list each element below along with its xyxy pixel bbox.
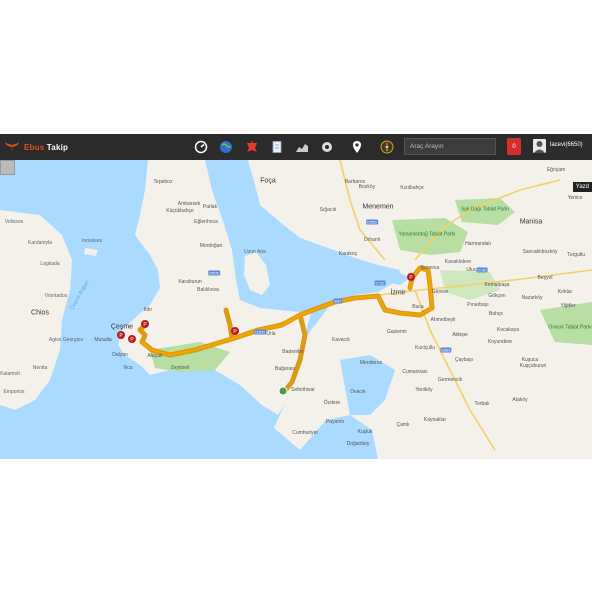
traffic-light-icon[interactable]	[379, 139, 395, 155]
brand-main-text: Takip	[46, 142, 69, 152]
document-icon[interactable]	[269, 139, 285, 155]
start-marker	[278, 386, 288, 396]
parking-marker: P	[407, 273, 415, 281]
parking-marker: P	[117, 331, 125, 339]
alert-count-badge: 0	[512, 143, 516, 150]
settings-icon[interactable]	[319, 139, 335, 155]
avatar[interactable]	[533, 139, 546, 153]
map-view[interactable]: P P P P P Yazd İzmir Manisa Çeşme Foça M…	[0, 160, 592, 459]
alerts-button[interactable]: 0	[507, 138, 521, 155]
bull-logo-icon	[4, 141, 20, 151]
username-label[interactable]: lacevi(6650)	[550, 142, 583, 148]
map-type-thumbnail[interactable]	[0, 160, 15, 175]
brand-logo-area[interactable]: Ebus Takip	[3, 136, 68, 158]
parking-marker: P	[128, 335, 136, 343]
puzzle-icon[interactable]	[244, 139, 260, 155]
parking-marker: P	[231, 327, 239, 335]
location-pin-icon[interactable]	[349, 139, 365, 155]
parking-marker: P	[141, 320, 149, 328]
globe-icon[interactable]	[218, 139, 234, 155]
brand-name: Ebus Takip	[24, 143, 68, 152]
brand-accent-text: Ebus	[24, 142, 45, 152]
map-overlay-tag[interactable]: Yazd	[572, 182, 592, 192]
top-navigation-bar: Ebus Takip 0 lacevi(6650)	[0, 134, 592, 160]
speedometer-icon[interactable]	[193, 139, 209, 155]
vehicle-search-input[interactable]	[404, 138, 496, 155]
map-canvas[interactable]: P P P P P	[0, 160, 592, 459]
chart-icon[interactable]	[294, 139, 310, 155]
